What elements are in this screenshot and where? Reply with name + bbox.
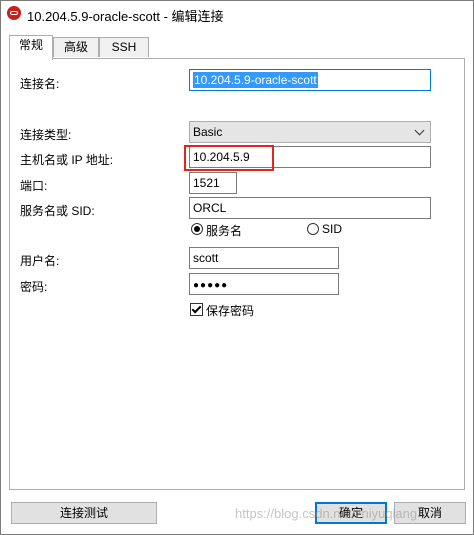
save-password-label[interactable]: 保存密码	[206, 302, 254, 319]
connection-type-value: Basic	[193, 125, 223, 139]
edit-connection-dialog: 10.204.5.9-oracle-scott - 编辑连接 常规 高级 SSH…	[0, 0, 474, 535]
radio-sid[interactable]	[307, 223, 319, 235]
title-bar[interactable]: 10.204.5.9-oracle-scott - 编辑连接	[1, 1, 473, 27]
password-label: 密码:	[20, 280, 48, 294]
radio-service-name[interactable]	[191, 223, 203, 235]
connection-name-input[interactable]: 10.204.5.9-oracle-scott	[189, 69, 431, 91]
username-value: scott	[193, 251, 219, 265]
save-password-checkbox[interactable]	[190, 303, 203, 316]
connection-name-value: 10.204.5.9-oracle-scott	[193, 72, 318, 88]
test-connection-button[interactable]: 连接测试	[11, 502, 157, 524]
annotation-highlight-box	[184, 145, 274, 171]
window-title: 10.204.5.9-oracle-scott - 编辑连接	[27, 9, 224, 24]
tab-advanced[interactable]: 高级	[53, 37, 99, 57]
service-input[interactable]: ORCL	[189, 197, 431, 219]
chevron-down-icon	[414, 125, 425, 136]
oracle-app-icon	[7, 6, 21, 20]
password-input[interactable]: ●●●●●	[189, 273, 339, 295]
host-label: 主机名或 IP 地址:	[20, 153, 114, 167]
service-value: ORCL	[193, 201, 227, 215]
radio-service-name-label[interactable]: 服务名	[206, 222, 242, 239]
ok-button[interactable]: 确定	[315, 502, 387, 524]
password-value: ●●●●●	[193, 280, 229, 291]
connection-type-select[interactable]: Basic	[189, 121, 431, 143]
username-input[interactable]: scott	[189, 247, 339, 269]
radio-sid-label[interactable]: SID	[322, 222, 342, 236]
tab-general[interactable]: 常规	[9, 35, 53, 60]
connection-type-label: 连接类型:	[20, 128, 72, 142]
tab-ssh[interactable]: SSH	[99, 37, 149, 57]
cancel-button[interactable]: 取消	[394, 502, 466, 524]
username-label: 用户名:	[20, 254, 60, 268]
port-label: 端口:	[20, 179, 48, 193]
port-value: 1521	[193, 176, 220, 190]
port-input[interactable]: 1521	[189, 172, 237, 194]
connection-name-label: 连接名:	[20, 77, 60, 91]
service-label: 服务名或 SID:	[20, 204, 95, 218]
